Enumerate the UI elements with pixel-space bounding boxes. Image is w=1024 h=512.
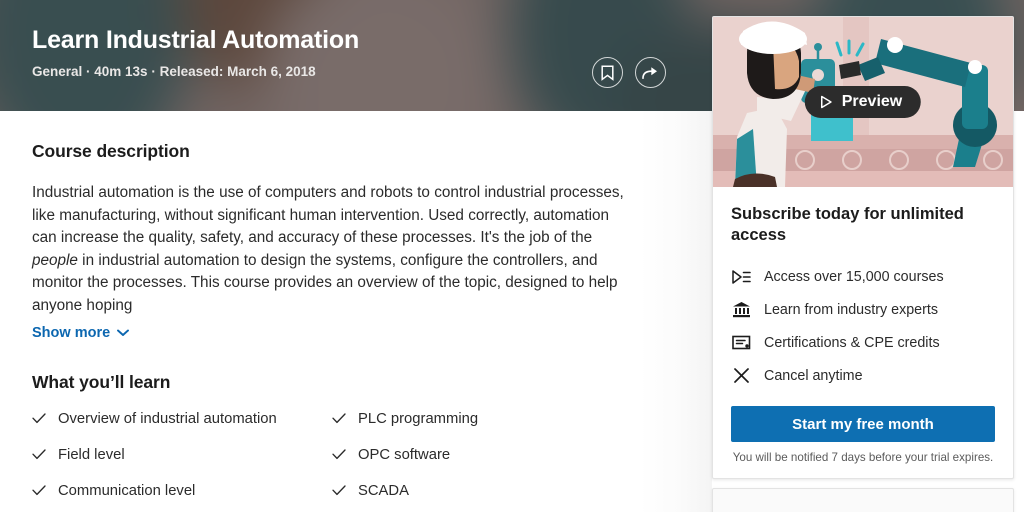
list-item-label: SCADA — [358, 482, 409, 499]
check-icon — [332, 484, 346, 495]
list-item: SCADA — [332, 483, 632, 499]
perk-label: Access over 15,000 courses — [764, 268, 944, 285]
play-triangle-icon — [821, 95, 832, 109]
description-emphasis: people — [32, 251, 78, 269]
close-x-icon — [731, 366, 751, 386]
list-item: Field level — [32, 447, 332, 463]
subscribe-perks-list: Access over 15,000 courses Learn from in… — [731, 260, 995, 392]
subscribe-card-title: Subscribe today for unlimited access — [731, 205, 964, 244]
preview-label: Preview — [841, 93, 903, 110]
perk-item: Access over 15,000 courses — [731, 260, 995, 293]
trial-note: You will be notified 7 days before your … — [732, 451, 994, 464]
description-part-2: in industrial automation to design the s… — [32, 251, 618, 314]
check-icon — [32, 412, 46, 423]
list-item-label: Overview of industrial automation — [58, 410, 277, 427]
list-item-label: PLC programming — [358, 410, 479, 427]
list-item-label: Communication level — [58, 482, 196, 499]
bookmark-button[interactable] — [592, 57, 623, 88]
perk-item: Cancel anytime — [731, 359, 995, 392]
playlist-icon — [731, 267, 751, 287]
subscribe-card-body: Subscribe today for unlimited access Acc… — [713, 187, 1013, 478]
check-icon — [32, 448, 46, 459]
check-icon — [332, 448, 346, 459]
list-item: Communication level — [32, 483, 332, 499]
preview-button[interactable]: Preview — [804, 86, 922, 118]
perk-item: Learn from industry experts — [731, 293, 995, 326]
start-free-month-button[interactable]: Start my free month — [731, 406, 995, 442]
certificate-icon — [731, 333, 751, 353]
course-thumbnail[interactable]: Preview — [713, 17, 1013, 187]
list-item-label: Field level — [58, 446, 125, 463]
course-description-heading: Course description — [32, 141, 190, 161]
chevron-down-icon — [117, 329, 130, 336]
perk-label: Cancel anytime — [764, 367, 863, 384]
list-item: OPC software — [332, 447, 632, 463]
list-item: PLC programming — [332, 411, 632, 427]
description-part-1: Industrial automation is the use of comp… — [32, 184, 624, 247]
list-item-label: OPC software — [358, 446, 451, 463]
course-description-text: Industrial automation is the use of comp… — [32, 182, 624, 318]
hero-action-buttons — [592, 57, 666, 88]
subscribe-card: Preview Subscribe today for unlimited ac… — [712, 16, 1014, 479]
show-more-button[interactable]: Show more — [32, 324, 130, 341]
what-youll-learn-list: Overview of industrial automation PLC pr… — [32, 411, 668, 512]
perk-label: Certifications & CPE credits — [764, 334, 940, 351]
bookmark-icon — [601, 64, 614, 81]
list-item: Overview of industrial automation — [32, 411, 332, 427]
main-content: Course description Industrial automation… — [0, 111, 700, 512]
bank-icon — [731, 300, 751, 320]
share-icon — [642, 67, 657, 79]
course-meta: General · 40m 13s · Released: March 6, 2… — [32, 64, 316, 79]
what-youll-learn-heading: What you’ll learn — [32, 371, 171, 392]
check-icon — [32, 484, 46, 495]
perk-label: Learn from industry experts — [764, 301, 939, 318]
show-more-label: Show more — [32, 324, 111, 341]
perk-item: Certifications & CPE credits — [731, 326, 995, 359]
secondary-card-peek[interactable] — [712, 488, 1014, 512]
share-button[interactable] — [635, 57, 666, 88]
content-right-gradient — [640, 111, 712, 512]
course-page: Learn Industrial Automation General · 40… — [0, 0, 1024, 512]
page-title: Learn Industrial Automation — [32, 26, 360, 54]
check-icon — [332, 412, 346, 423]
